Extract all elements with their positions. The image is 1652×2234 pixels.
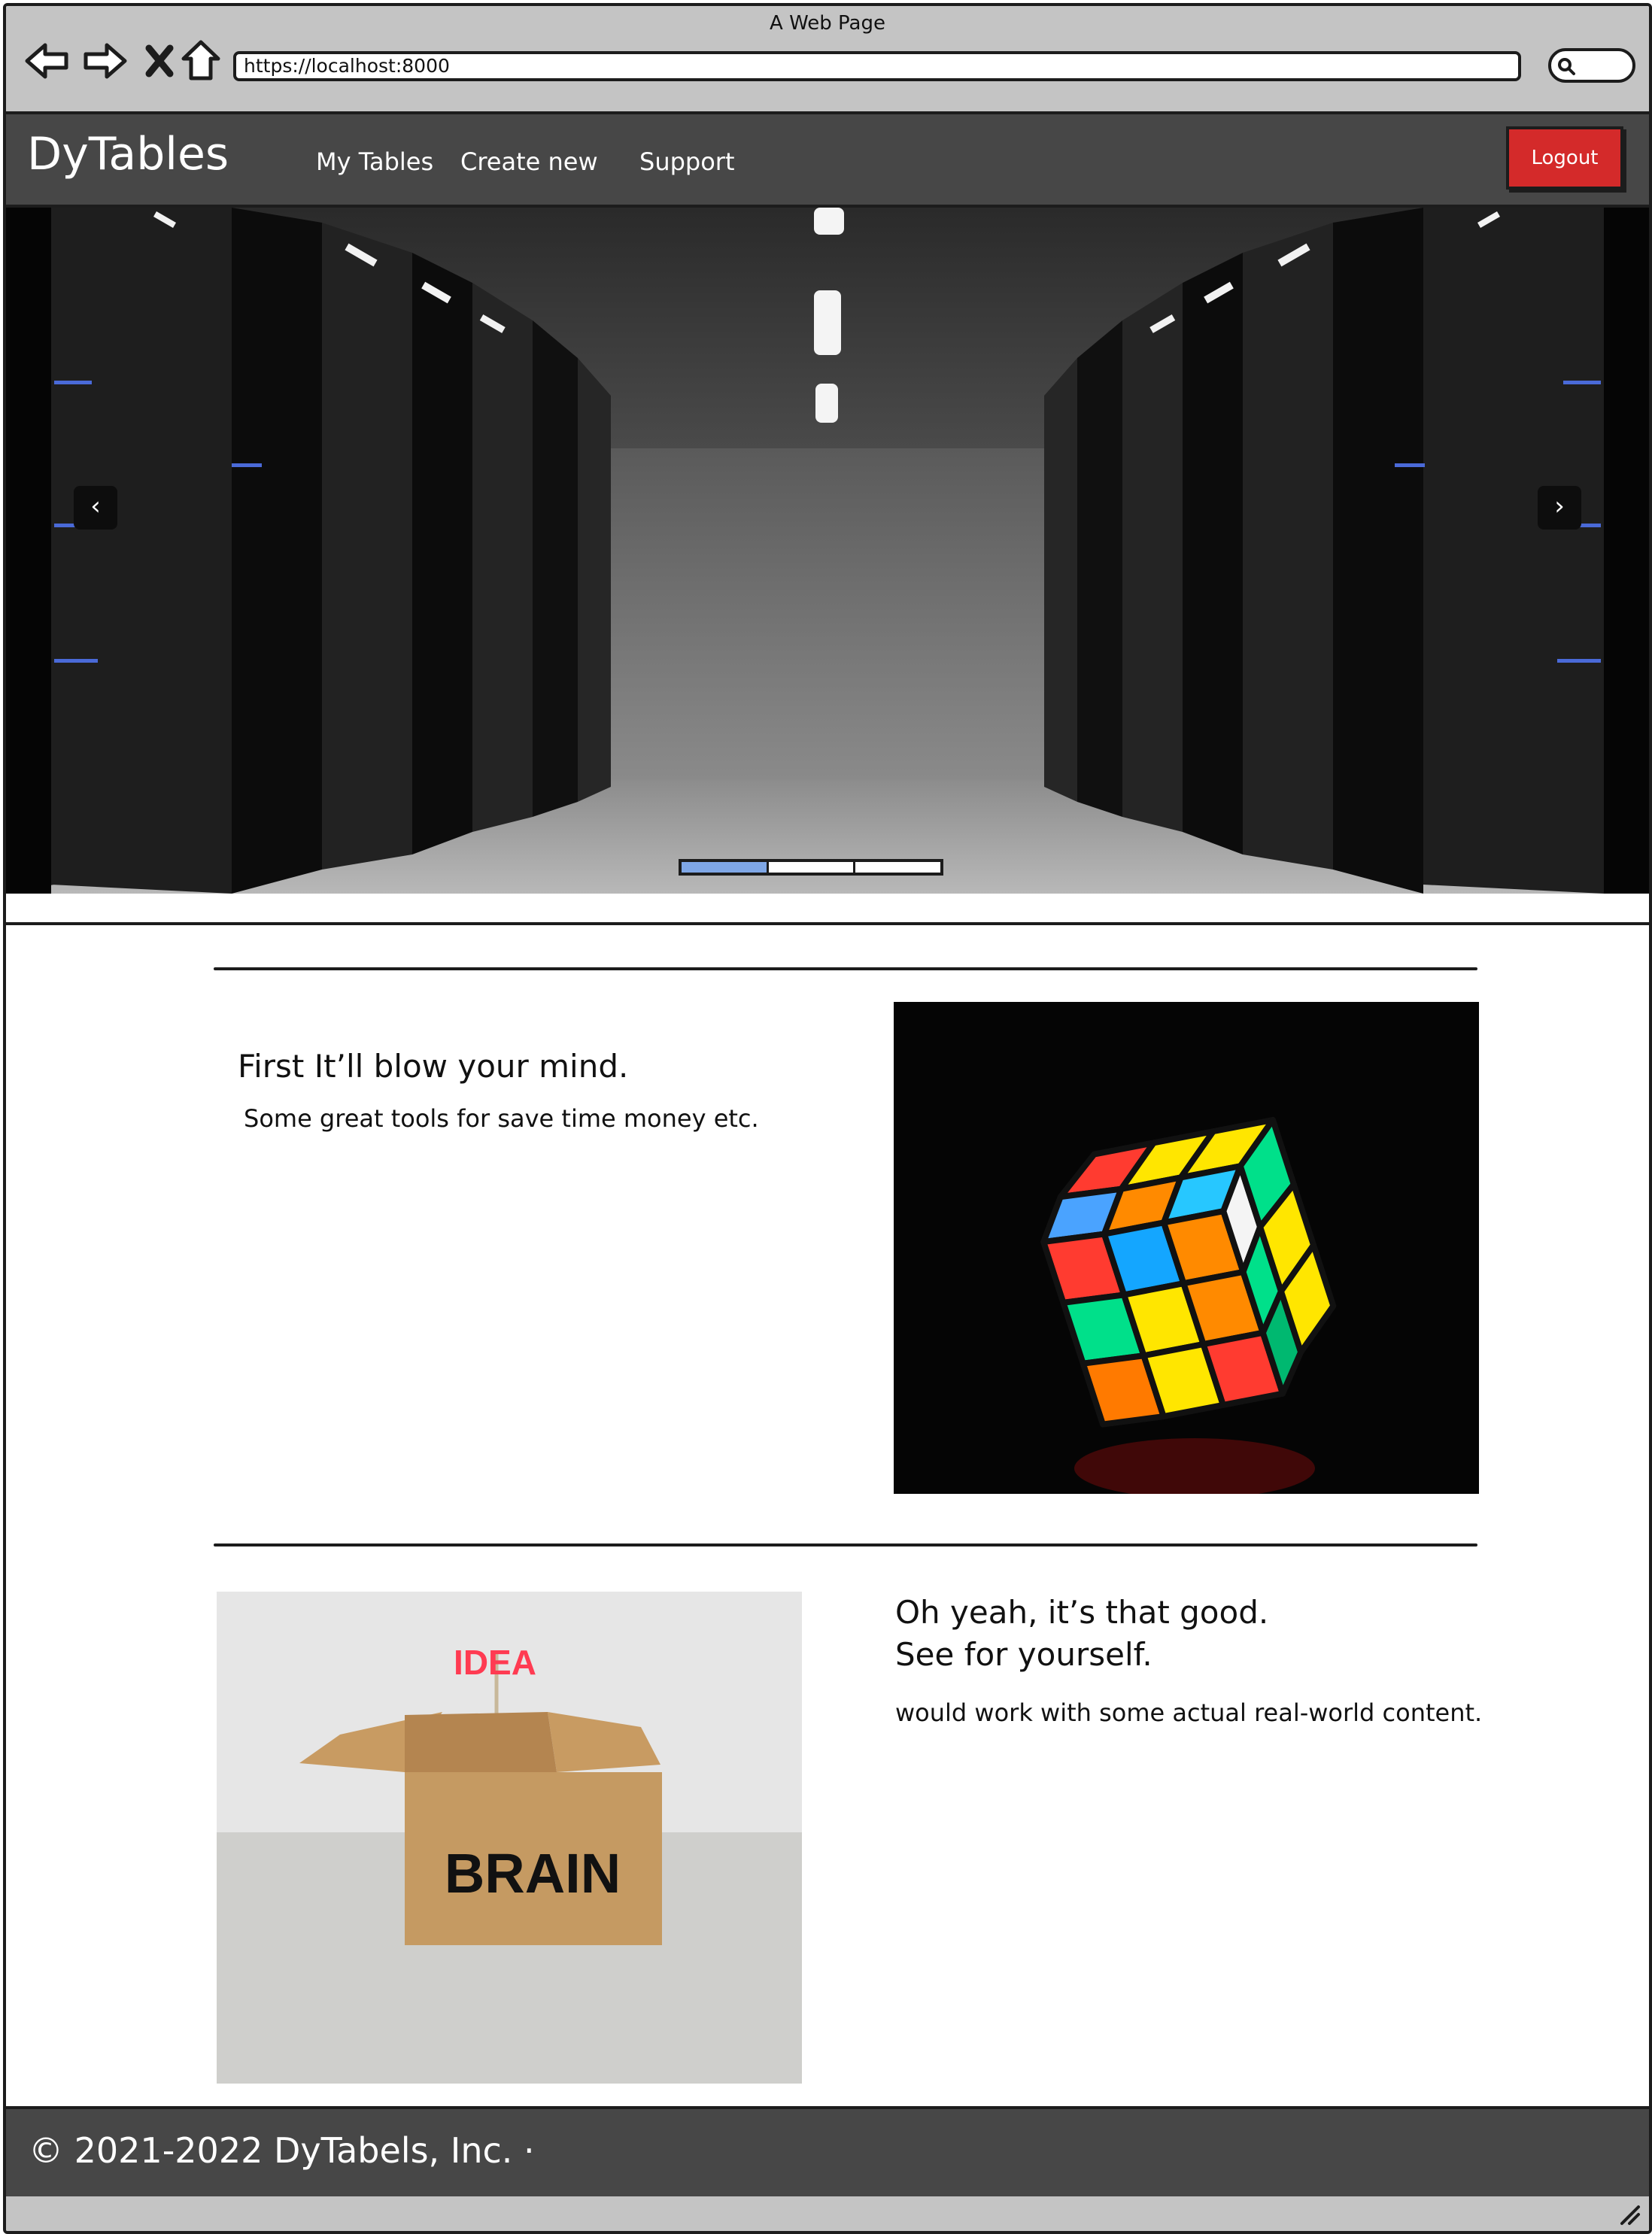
forward-arrow-icon[interactable] [80, 36, 129, 86]
feature-1-heading: First It’ll blow your mind. [238, 1048, 629, 1085]
search-icon [1558, 58, 1575, 75]
carousel-indicator-1[interactable] [682, 862, 769, 873]
server-room-image [6, 208, 1649, 894]
brand-logo[interactable]: DyTables [27, 128, 229, 181]
browser-chrome: A Web Page https://localhost:8000 [6, 6, 1649, 114]
site-navbar: DyTables My Tables Create new Support Lo… [6, 114, 1649, 208]
feature-2-text: would work with some actual real-world c… [895, 1698, 1483, 1727]
search-box[interactable] [1548, 48, 1635, 83]
home-icon[interactable] [176, 36, 226, 86]
carousel-indicators [679, 859, 943, 876]
browser-window: A Web Page https://localhost:8000 DyTabl… [3, 3, 1652, 2234]
nav-link-my-tables[interactable]: My Tables [316, 147, 433, 176]
carousel-indicator-3[interactable] [855, 862, 940, 873]
idea-sign-text: IDEA [454, 1643, 536, 1682]
browser-status-bar [6, 2196, 1649, 2231]
footer-copyright: © 2021-2022 DyTabels, Inc. · [29, 2130, 535, 2171]
nav-link-create-new[interactable]: Create new [460, 147, 598, 176]
feature-2-heading: Oh yeah, it’s that good. See for yoursel… [895, 1592, 1268, 1676]
hero-divider [6, 922, 1649, 925]
site-footer: © 2021-2022 DyTabels, Inc. · [6, 2106, 1649, 2199]
carousel-indicator-2[interactable] [769, 862, 856, 873]
back-arrow-icon[interactable] [23, 36, 72, 86]
idea-brain-box-image: IDEA BRAIN [217, 1592, 802, 2084]
brain-box-text: BRAIN [445, 1842, 621, 1905]
rubiks-cube-image [894, 1002, 1479, 1494]
nav-link-support[interactable]: Support [639, 147, 735, 176]
logout-button[interactable]: Logout [1506, 126, 1623, 190]
feature-2-heading-line1: Oh yeah, it’s that good. [895, 1594, 1269, 1631]
window-title: A Web Page [770, 12, 885, 35]
carousel-next-button[interactable]: › [1538, 486, 1581, 530]
carousel-prev-button[interactable]: ‹ [74, 486, 117, 530]
section-divider-2 [214, 1543, 1477, 1546]
resize-grip-icon[interactable] [1617, 2202, 1641, 2226]
section-divider-1 [214, 967, 1477, 970]
feature-2-heading-line2: See for yourself. [895, 1636, 1152, 1673]
feature-1-text: Some great tools for save time money etc… [244, 1104, 759, 1133]
hero-carousel: ‹ › [6, 208, 1649, 894]
url-bar[interactable]: https://localhost:8000 [233, 51, 1521, 81]
